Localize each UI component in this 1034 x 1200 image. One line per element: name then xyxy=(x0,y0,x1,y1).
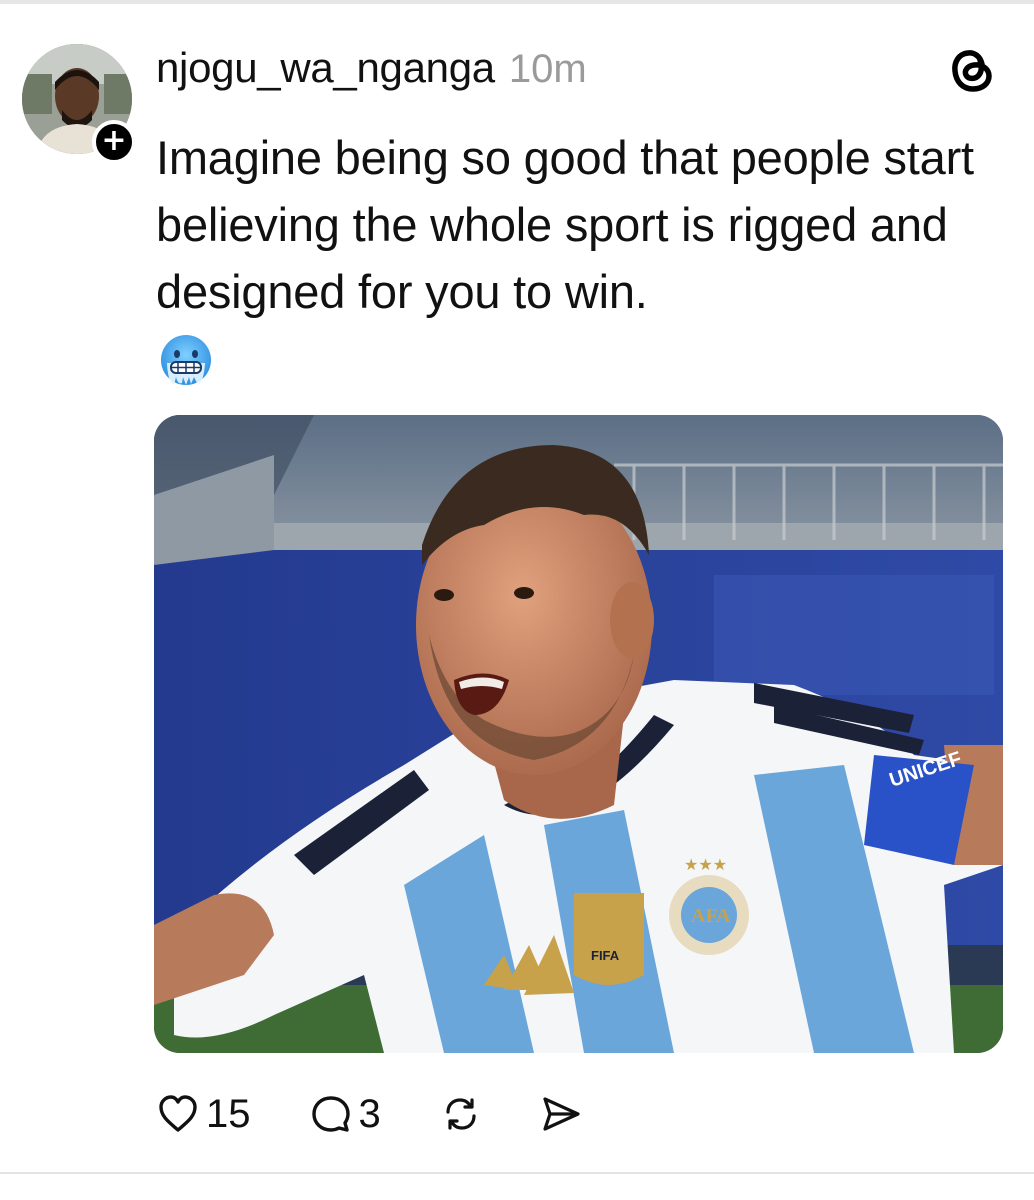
post-image[interactable]: UNICEF FIFA AFA ★★★ xyxy=(154,415,1003,1053)
repost-icon xyxy=(446,1098,476,1130)
send-icon xyxy=(543,1097,580,1131)
post-timestamp: 10m xyxy=(508,47,587,91)
threads-logo-icon xyxy=(948,44,996,96)
like-count: 15 xyxy=(206,1091,251,1136)
player-photo: UNICEF FIFA AFA ★★★ xyxy=(154,415,1003,1053)
follow-plus-button[interactable]: + xyxy=(92,120,136,164)
jersey-patch-text: FIFA xyxy=(591,948,620,963)
post-action-bar: 15 3 xyxy=(156,1086,583,1142)
top-divider xyxy=(0,0,1034,4)
bottom-divider xyxy=(0,1172,1034,1174)
heart-icon xyxy=(159,1095,197,1132)
repost-button[interactable] xyxy=(439,1092,483,1136)
reply-button[interactable]: 3 xyxy=(309,1092,381,1137)
post-body-text: Imagine being so good that people start … xyxy=(156,131,974,318)
crest-text: AFA xyxy=(691,905,731,927)
cold-face-emoji-icon xyxy=(158,333,214,389)
speech-bubble-icon xyxy=(311,1096,350,1132)
share-button[interactable] xyxy=(539,1092,583,1136)
svg-text:★★★: ★★★ xyxy=(684,855,727,874)
author-username[interactable]: njogu_wa_nganga xyxy=(156,44,495,92)
like-button[interactable]: 15 xyxy=(156,1092,251,1137)
reply-count: 3 xyxy=(358,1091,381,1136)
post-header: njogu_wa_nganga 10m xyxy=(156,44,587,104)
